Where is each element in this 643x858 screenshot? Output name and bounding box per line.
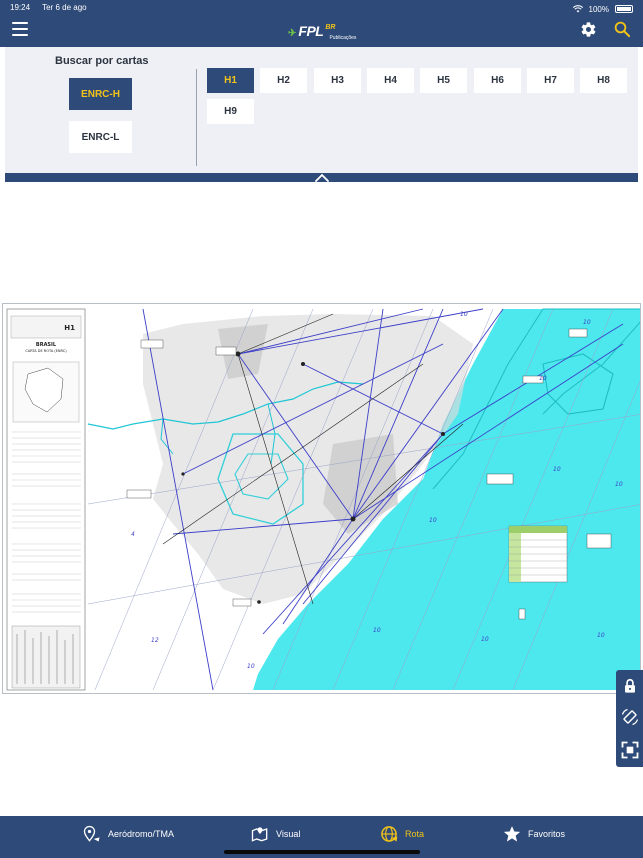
svg-text:10: 10: [460, 311, 468, 318]
route-chart-viewer[interactable]: BRASIL CARTA DE ROTA (ENRC) H1 4 12 10 1…: [2, 303, 641, 694]
panel-divider: [196, 69, 197, 166]
battery-icon: [615, 5, 633, 13]
status-time: 19:24: [10, 3, 31, 12]
app-logo: ✈ FPL BR Publicações: [288, 23, 364, 41]
svg-text:4: 4: [131, 531, 135, 538]
star-icon: [503, 826, 521, 842]
frequency-table-header: [509, 526, 567, 533]
nav-rota[interactable]: Rota: [379, 816, 424, 852]
chart-type-enrc-h-button[interactable]: ENRC-H: [69, 78, 132, 110]
app-root: 19:24 Ter 6 de ago 100% ✈ FPL BR Publica…: [0, 0, 643, 858]
nav-label: Visual: [276, 829, 301, 839]
enroute-chart-image: BRASIL CARTA DE ROTA (ENRC) H1 41210 101…: [6, 308, 640, 691]
nav-aerodromo-tma[interactable]: Aeródromo/TMA: [82, 816, 174, 852]
chart-h2-button[interactable]: H2: [260, 68, 307, 93]
globe-route-icon: [381, 826, 398, 842]
menu-button[interactable]: [12, 22, 28, 36]
aerodrome-pin-icon: [83, 825, 100, 842]
logo-suffix: BR: [325, 24, 336, 31]
battery-percent: 100%: [588, 4, 609, 14]
svg-text:10: 10: [481, 636, 489, 643]
chart-h1-button[interactable]: H1: [207, 68, 254, 93]
menu-icon-line: [12, 28, 28, 30]
chart-code-label: H1: [64, 324, 75, 332]
chart-search-panel: Buscar por cartas ENRC-H ENRC-L H1 H2 H3…: [5, 47, 638, 173]
rotate-icon[interactable]: [620, 707, 640, 727]
chart-h9-button[interactable]: H9: [207, 99, 254, 124]
wifi-icon: [572, 5, 583, 13]
status-date: Ter 6 de ago: [42, 3, 87, 12]
fullscreen-icon[interactable]: [620, 740, 640, 760]
nav-visual[interactable]: Visual: [250, 816, 300, 852]
svg-text:10: 10: [429, 517, 437, 524]
chart-h7-button[interactable]: H7: [527, 68, 574, 93]
chart-h5-button[interactable]: H5: [420, 68, 467, 93]
svg-text:12: 12: [151, 637, 159, 644]
nav-label: Aeródromo/TMA: [108, 829, 175, 839]
map-tools: [616, 670, 643, 767]
status-bar: 19:24 Ter 6 de ago 100%: [10, 3, 633, 15]
visual-map-icon: [251, 827, 268, 842]
chart-h6-button[interactable]: H6: [474, 68, 521, 93]
svg-text:10: 10: [373, 627, 381, 634]
chart-type-enrc-l-button[interactable]: ENRC-L: [69, 121, 132, 153]
svg-text:10: 10: [553, 466, 561, 473]
chart-title-label: CARTA DE ROTA (ENRC): [25, 349, 67, 353]
nav-favoritos[interactable]: Favoritos: [502, 816, 565, 852]
chart-h8-button[interactable]: H8: [580, 68, 627, 93]
svg-text:10: 10: [539, 375, 547, 382]
chart-h3-button[interactable]: H3: [314, 68, 361, 93]
plane-logo-icon: ✈: [288, 28, 297, 39]
search-icon[interactable]: [613, 20, 631, 38]
menu-icon-line: [12, 34, 28, 36]
logo-name: FPL: [298, 23, 324, 39]
svg-text:10: 10: [615, 481, 623, 488]
menu-icon-line: [12, 22, 28, 24]
svg-text:10: 10: [583, 319, 591, 326]
legend-profile-block: [11, 625, 81, 689]
home-indicator: [224, 850, 420, 854]
svg-text:10: 10: [247, 663, 255, 670]
chevron-up-icon: [315, 173, 329, 182]
nav-label: Rota: [405, 829, 425, 839]
logo-subtitle: Publicações: [329, 35, 357, 41]
chart-country-label: BRASIL: [36, 342, 57, 348]
nav-label: Favoritos: [528, 829, 566, 839]
svg-text:10: 10: [597, 632, 605, 639]
chart-h4-button[interactable]: H4: [367, 68, 414, 93]
collapse-panel-bar[interactable]: [5, 173, 638, 182]
top-header: 19:24 Ter 6 de ago 100% ✈ FPL BR Publica…: [0, 0, 643, 47]
panel-title: Buscar por cartas: [55, 55, 149, 67]
lock-icon[interactable]: [620, 676, 640, 696]
gear-icon[interactable]: [580, 21, 597, 38]
